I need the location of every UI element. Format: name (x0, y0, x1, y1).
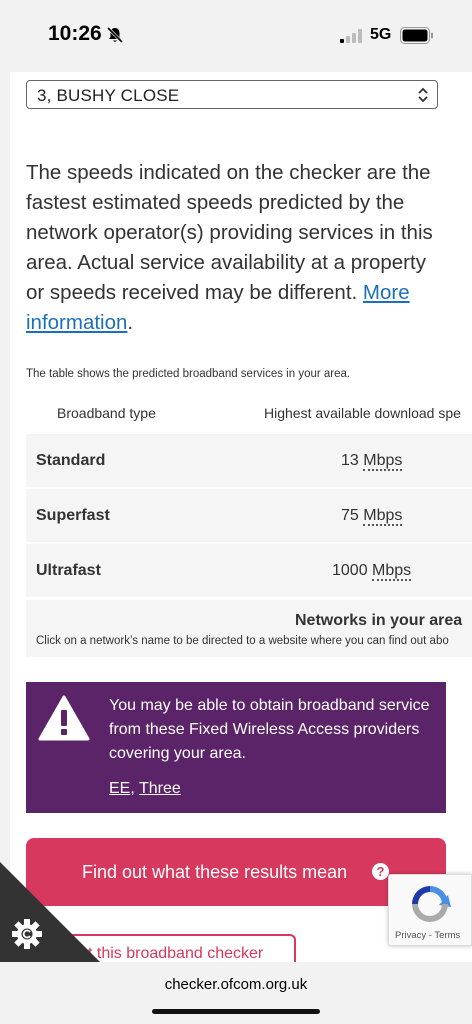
speed-value: 13 (341, 452, 359, 469)
cookie-gear-icon (0, 862, 100, 962)
battery-icon (400, 27, 433, 44)
column-header-type: Broadband type (57, 405, 156, 421)
address-select[interactable]: 3, BUSHY CLOSE (26, 80, 438, 109)
recaptcha-badge[interactable]: Privacy - Terms (388, 874, 472, 946)
status-bar: 10:26 5G (0, 0, 472, 72)
download-speed: 1000 Mbps (332, 562, 412, 581)
disclaimer-end: . (127, 311, 134, 334)
speed-unit-abbr[interactable]: Mbps (363, 507, 403, 526)
bell-off-icon (106, 26, 124, 44)
chevron-up-down-icon (418, 87, 428, 103)
status-time: 10:26 (48, 22, 102, 45)
warning-icon (38, 695, 90, 741)
browser-url-bar[interactable]: checker.ofcom.org.uk (0, 962, 472, 1024)
column-header-speed: Highest available download spe (264, 405, 461, 421)
network-type: 5G (370, 26, 392, 43)
address-select-value: 3, BUSHY CLOSE (37, 86, 180, 105)
table-caption: The table shows the predicted broadband … (26, 368, 351, 380)
networks-section: Networks in your area Click on a network… (26, 599, 472, 657)
fwa-message: You may be able to obtain broadband serv… (109, 697, 430, 762)
recaptcha-terms[interactable]: Privacy - Terms (395, 930, 460, 941)
broadband-type: Ultrafast (36, 562, 101, 579)
recaptcha-icon (412, 886, 451, 922)
provider-link-ee[interactable]: EE (109, 780, 130, 797)
fixed-wireless-notice: You may be able to obtain broadband serv… (26, 682, 446, 813)
speed-disclaimer: The speeds indicated on the checker are … (26, 158, 446, 338)
webpage: 3, BUSHY CLOSE The speeds indicated on t… (10, 72, 472, 962)
download-speed: 75 Mbps (341, 507, 403, 526)
networks-subtitle: Click on a network’s name to be directed… (36, 635, 449, 647)
speed-unit-abbr[interactable]: Mbps (363, 452, 403, 471)
url-text: checker.ofcom.org.uk (164, 976, 308, 993)
networks-title: Networks in your area (295, 612, 463, 629)
signal-icon (340, 29, 362, 43)
broadband-type: Standard (36, 452, 106, 469)
speed-value: 75 (341, 507, 359, 524)
results-button-label: Find out what these results mean (82, 862, 348, 882)
provider-link-three[interactable]: Three (139, 780, 181, 797)
broadband-type: Superfast (36, 507, 110, 524)
table-row-standard: Standard 13 Mbps (26, 433, 472, 487)
table-row-ultrafast: Ultrafast 1000 Mbps (26, 543, 472, 597)
home-indicator[interactable] (152, 1009, 320, 1014)
about-button-label: t this broadband checker (88, 945, 264, 962)
provider-separator: , (130, 780, 139, 797)
speed-unit-abbr[interactable]: Mbps (372, 562, 412, 581)
download-speed: 13 Mbps (341, 452, 403, 471)
question-icon: ? (372, 863, 389, 880)
cookie-settings-button[interactable] (0, 862, 100, 962)
speed-value: 1000 (332, 562, 368, 579)
fwa-provider-links: EE, Three (109, 780, 181, 798)
table-row-superfast: Superfast 75 Mbps (26, 488, 472, 542)
